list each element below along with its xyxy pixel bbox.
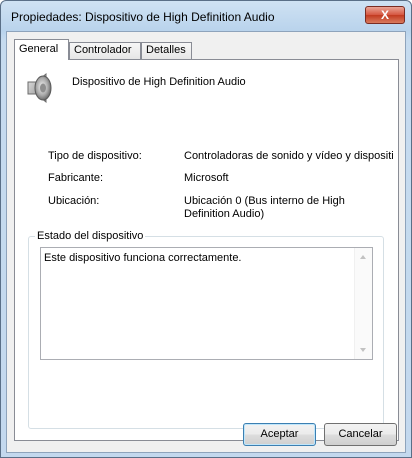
title-bar[interactable]: Propiedades: Dispositivo de High Definit…: [1, 1, 411, 31]
scroll-up-arrow-icon[interactable]: [360, 255, 366, 259]
tab-general[interactable]: General: [14, 39, 69, 60]
tab-details[interactable]: Detalles: [141, 42, 192, 59]
device-name: Dispositivo de High Definition Audio: [72, 76, 246, 88]
cancel-button[interactable]: Cancelar: [324, 423, 397, 446]
accept-button[interactable]: Aceptar: [243, 423, 316, 446]
window-title: Propiedades: Dispositivo de High Definit…: [11, 10, 275, 24]
manufacturer-value: Microsoft: [184, 172, 229, 184]
device-status-label: Estado del dispositivo: [35, 230, 146, 242]
device-status-group: Estado del dispositivo Este dispositivo …: [28, 230, 384, 429]
device-type-value: Controladoras de sonido y vídeo y dispos…: [184, 150, 394, 162]
location-value-line1: Ubicación 0 (Bus interno de High: [184, 195, 345, 207]
device-type-label: Tipo de dispositivo:: [48, 150, 142, 162]
dialog-client-area: General Controlador Detalles Dispositivo…: [6, 31, 406, 453]
tab-controller[interactable]: Controlador: [69, 42, 141, 59]
close-icon: X: [380, 8, 389, 22]
manufacturer-label: Fabricante:: [48, 172, 104, 184]
general-tab-panel: Dispositivo de High Definition Audio Tip…: [14, 59, 399, 441]
properties-window: Propiedades: Dispositivo de High Definit…: [0, 0, 412, 458]
device-status-textbox[interactable]: Este dispositivo funciona correctamente.: [40, 247, 373, 360]
close-button[interactable]: X: [365, 6, 405, 24]
location-value-line2: Definition Audio): [184, 208, 265, 220]
device-status-text: Este dispositivo funciona correctamente.: [44, 252, 242, 264]
scroll-down-arrow-icon[interactable]: [360, 348, 366, 352]
location-label: Ubicación:: [48, 195, 100, 207]
speaker-icon: [27, 72, 52, 104]
status-scrollbar[interactable]: [354, 248, 372, 359]
